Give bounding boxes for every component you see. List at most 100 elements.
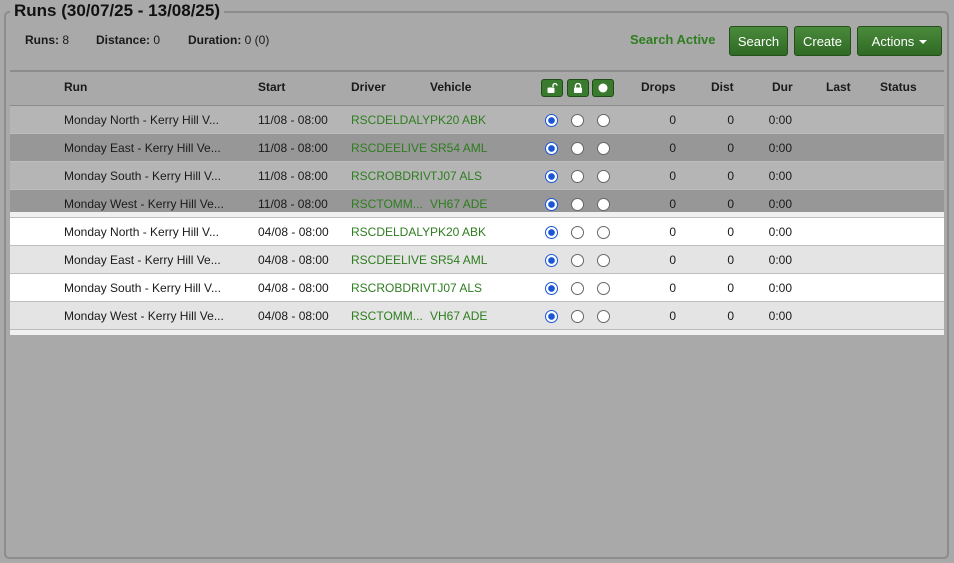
header-start[interactable]: Start <box>258 80 285 94</box>
dist-cell: 0 <box>727 141 734 155</box>
driver-link[interactable]: RSCDEELIVE <box>351 141 430 155</box>
driver-link[interactable]: RSCROBDRIV <box>351 281 430 295</box>
dur-cell: 0:00 <box>768 141 792 155</box>
header-dur[interactable]: Dur <box>772 80 793 94</box>
caret-down-icon <box>919 40 928 44</box>
vehicle-link[interactable]: VH67 ADE <box>430 197 510 211</box>
header-driver[interactable]: Driver <box>351 80 386 94</box>
locked-radio[interactable] <box>571 114 584 127</box>
dur-cell: 0:00 <box>768 309 792 323</box>
complete-radio[interactable] <box>597 114 610 127</box>
complete-radio[interactable] <box>597 198 610 211</box>
start-cell: 04/08 - 08:00 <box>258 309 329 323</box>
driver-link[interactable]: RSCTOMM... <box>351 309 430 323</box>
unlocked-radio[interactable] <box>545 226 558 239</box>
locked-radio[interactable] <box>571 254 584 267</box>
driver-link[interactable]: RSCTOMM... <box>351 197 430 211</box>
vehicle-link[interactable]: TJ07 ALS <box>430 281 510 295</box>
locked-radio[interactable] <box>571 170 584 183</box>
run-cell: Monday East - Kerry Hill Ve... <box>64 253 221 267</box>
circle-icon <box>598 83 608 93</box>
runs-stat-value: 8 <box>62 33 70 47</box>
duration-stat: Duration: 0 (0) <box>188 33 269 47</box>
actions-button[interactable]: Actions <box>857 26 942 56</box>
run-cell: Monday East - Kerry Hill Ve... <box>64 141 221 155</box>
run-cell: Monday North - Kerry Hill V... <box>64 225 219 239</box>
vehicle-link[interactable]: TJ07 ALS <box>430 169 510 183</box>
vehicle-link[interactable]: SR54 AML <box>430 253 510 267</box>
table-row[interactable]: Monday East - Kerry Hill Ve... 11/08 - 08… <box>10 134 944 162</box>
unlocked-radio[interactable] <box>545 254 558 267</box>
start-cell: 11/08 - 08:00 <box>258 197 328 211</box>
table-row[interactable]: Monday South - Kerry Hill V... 04/08 - 08… <box>10 274 944 302</box>
locked-radio[interactable] <box>571 282 584 295</box>
lock-all-button[interactable] <box>567 79 589 97</box>
actions-button-label: Actions <box>871 33 915 49</box>
distance-stat-label: Distance: <box>96 33 151 47</box>
header-run[interactable]: Run <box>64 80 87 94</box>
vehicle-link[interactable]: PK20 ABK <box>430 225 510 239</box>
unlocked-radio[interactable] <box>545 282 558 295</box>
unlocked-radio[interactable] <box>545 114 558 127</box>
unlocked-radio[interactable] <box>545 310 558 323</box>
run-cell: Monday South - Kerry Hill V... <box>64 281 221 295</box>
complete-radio[interactable] <box>597 226 610 239</box>
unlock-all-button[interactable] <box>541 79 563 97</box>
run-cell: Monday North - Kerry Hill V... <box>64 113 219 127</box>
complete-radio[interactable] <box>597 254 610 267</box>
drops-cell: 0 <box>669 113 676 127</box>
locked-radio[interactable] <box>571 226 584 239</box>
table-row[interactable]: Monday South - Kerry Hill V... 11/08 - 08… <box>10 162 944 190</box>
complete-radio[interactable] <box>597 142 610 155</box>
table-bottom-strip <box>10 330 944 335</box>
create-button[interactable]: Create <box>794 26 851 56</box>
driver-link[interactable]: RSCDEELIVE <box>351 253 430 267</box>
unlocked-radio[interactable] <box>545 198 558 211</box>
search-status: Search Active <box>630 32 716 47</box>
locked-radio[interactable] <box>571 142 584 155</box>
drops-cell: 0 <box>669 169 676 183</box>
search-button[interactable]: Search <box>729 26 788 56</box>
group-separator <box>10 212 944 217</box>
table-row[interactable]: Monday North - Kerry Hill V... 11/08 - 08… <box>10 106 944 134</box>
start-cell: 04/08 - 08:00 <box>258 253 329 267</box>
table-row[interactable]: Monday North - Kerry Hill V... 04/08 - 08… <box>10 218 944 246</box>
locked-radio[interactable] <box>571 198 584 211</box>
locked-radio[interactable] <box>571 310 584 323</box>
drops-cell: 0 <box>669 141 676 155</box>
driver-link[interactable]: RSCROBDRIV <box>351 169 430 183</box>
driver-link[interactable]: RSCDELDALY <box>351 225 430 239</box>
circle-all-button[interactable] <box>592 79 614 97</box>
runs-stat: Runs: 8 <box>25 33 69 47</box>
header-dist[interactable]: Dist <box>711 80 734 94</box>
header-last[interactable]: Last <box>826 80 851 94</box>
start-cell: 11/08 - 08:00 <box>258 169 328 183</box>
header-status[interactable]: Status <box>880 80 917 94</box>
drops-cell: 0 <box>669 281 676 295</box>
distance-stat: Distance: 0 <box>96 33 160 47</box>
dist-cell: 0 <box>727 197 734 211</box>
duration-stat-label: Duration: <box>188 33 242 47</box>
dist-cell: 0 <box>727 253 734 267</box>
complete-radio[interactable] <box>597 310 610 323</box>
unlocked-radio[interactable] <box>545 170 558 183</box>
header-vehicle[interactable]: Vehicle <box>430 80 471 94</box>
vehicle-link[interactable]: VH67 ADE <box>430 309 510 323</box>
complete-radio[interactable] <box>597 170 610 183</box>
dist-cell: 0 <box>727 113 734 127</box>
run-cell: Monday West - Kerry Hill Ve... <box>64 309 224 323</box>
dist-cell: 0 <box>727 225 734 239</box>
drops-cell: 0 <box>669 197 676 211</box>
vehicle-link[interactable]: SR54 AML <box>430 141 510 155</box>
dur-cell: 0:00 <box>768 253 792 267</box>
header-drops[interactable]: Drops <box>641 80 676 94</box>
driver-link[interactable]: RSCDELDALY <box>351 113 430 127</box>
drops-cell: 0 <box>669 309 676 323</box>
duration-stat-value: 0 (0) <box>244 33 270 47</box>
dur-cell: 0:00 <box>768 225 792 239</box>
vehicle-link[interactable]: PK20 ABK <box>430 113 510 127</box>
complete-radio[interactable] <box>597 282 610 295</box>
table-row[interactable]: Monday East - Kerry Hill Ve... 04/08 - 08… <box>10 246 944 274</box>
unlocked-radio[interactable] <box>545 142 558 155</box>
table-row[interactable]: Monday West - Kerry Hill Ve... 04/08 - 08… <box>10 302 944 330</box>
